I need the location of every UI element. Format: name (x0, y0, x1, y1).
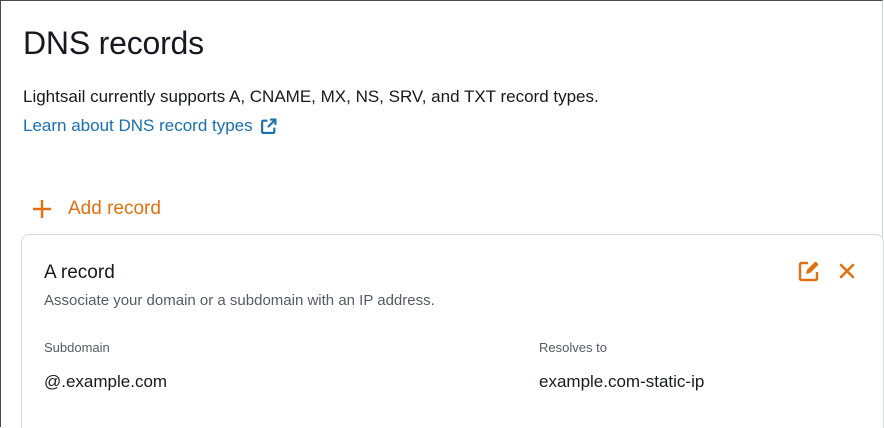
subdomain-label: Subdomain (44, 340, 110, 355)
edit-icon[interactable] (798, 260, 820, 282)
plus-icon (33, 200, 51, 218)
resolves-to-value: example.com-static-ip (539, 372, 705, 391)
add-record-button[interactable]: Add record (32, 198, 161, 220)
resolves-to-label: Resolves to (539, 340, 607, 355)
page-title: DNS records (23, 25, 204, 61)
add-record-label: Add record (68, 198, 161, 219)
record-title: A record (44, 262, 115, 283)
record-description: Associate your domain or a subdomain wit… (44, 292, 435, 309)
a-record-card: A record Associate your domain or a subd… (21, 234, 884, 428)
dns-records-panel: DNS records Lightsail currently supports… (0, 0, 884, 428)
external-link-icon (260, 118, 277, 134)
subdomain-value: @.example.com (44, 372, 168, 391)
section-description: Lightsail currently supports A, CNAME, M… (23, 87, 599, 106)
learn-dns-record-types-link[interactable]: Learn about DNS record types (23, 116, 277, 136)
learn-link-label: Learn about DNS record types (23, 116, 253, 135)
close-icon[interactable] (839, 263, 855, 279)
